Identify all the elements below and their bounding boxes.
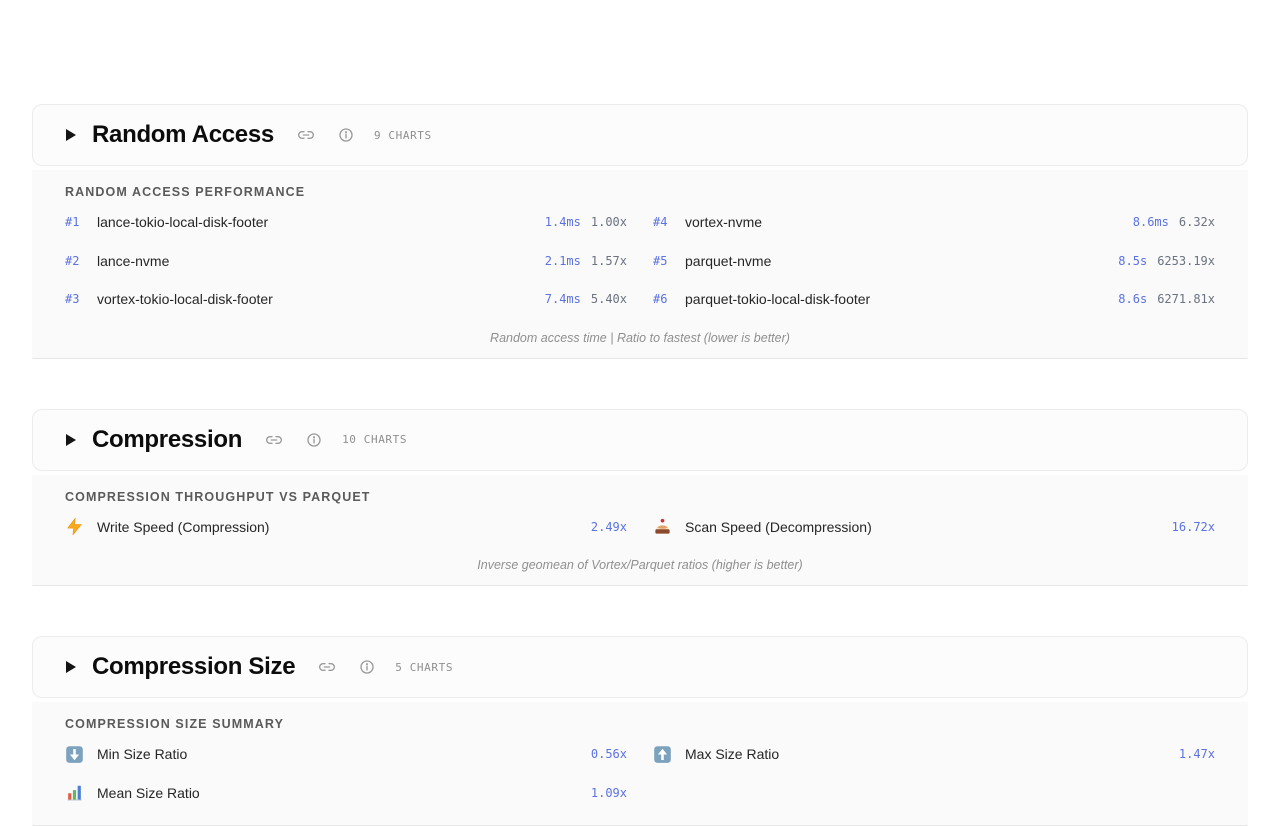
section-random-access: Random Access 9 CHARTS RANDOM ACCESS PER… [32,104,1248,359]
time-value: 8.5s [1118,253,1148,268]
config-name: vortex-nvme [685,214,763,231]
charts-count: 5 CHARTS [395,660,454,674]
section-title: Random Access [92,121,274,148]
metric-label: Min Size Ratio [97,746,188,763]
metric-label: Mean Size Ratio [97,784,200,801]
section-header-compression-size[interactable]: Compression Size 5 CHARTS [32,636,1248,698]
disclosure-triangle-icon [66,661,76,673]
table-row: #3 vortex-tokio-local-disk-footer 7.4ms … [65,280,627,319]
bar-chart-icon [65,783,84,802]
table-row: #4 vortex-nvme 8.6ms 6.32x [653,203,1215,242]
metric-label: Scan Speed (Decompression) [685,518,872,535]
summary-caption: Random access time | Ratio to fastest (l… [490,330,790,345]
time-value: 7.4ms [544,292,581,307]
rank-badge: #2 [65,253,80,268]
down-arrow-icon [65,745,84,764]
ratio-value: 1.57x [590,253,627,268]
metric-row: Min Size Ratio 0.56x [65,735,627,774]
summary-compression-size: COMPRESSION SIZE SUMMARY Min Size Ratio … [32,702,1248,826]
table-row: #5 parquet-nvme 8.5s 6253.19x [653,242,1215,281]
rank-badge: #4 [653,215,668,230]
section-compression: Compression 10 CHARTS COMPRESSION THROUG… [32,408,1248,586]
metric-value: 1.09x [590,785,627,800]
summary-random-access: RANDOM ACCESS PERFORMANCE #1 lance-tokio… [32,170,1248,359]
time-value: 2.1ms [544,253,581,268]
config-name: lance-tokio-local-disk-footer [97,214,269,231]
metric-value: 1.47x [1178,747,1215,762]
time-value: 8.6ms [1132,215,1169,230]
charts-count: 10 CHARTS [342,433,408,446]
metric-value: 2.49x [590,519,627,534]
section-title: Compression [92,425,243,453]
table-row: #1 lance-tokio-local-disk-footer 1.4ms 1… [65,203,627,242]
metric-row: Write Speed (Compression) 2.49x [65,508,627,547]
metric-value: 16.72x [1171,519,1215,534]
link-icon[interactable] [298,127,314,143]
rank-badge: #6 [653,292,668,307]
info-icon[interactable] [306,432,322,448]
config-name: lance-nvme [97,252,170,269]
up-arrow-icon [653,745,672,764]
metric-label: Max Size Ratio [685,746,780,763]
config-name: parquet-nvme [685,252,772,269]
ratio-value: 6.32x [1178,215,1215,230]
summary-caption: Inverse geomean of Vortex/Parquet ratios… [477,558,803,572]
time-value: 1.4ms [544,215,581,230]
metric-row: Max Size Ratio 1.47x [653,735,1215,774]
metric-row: Mean Size Ratio 1.09x [65,774,627,813]
table-row: #6 parquet-tokio-local-disk-footer 8.6s … [653,280,1215,319]
metric-label: Write Speed (Compression) [97,518,270,535]
section-compression-size: Compression Size 5 CHARTS COMPRESSION SI… [32,636,1248,826]
config-name: vortex-tokio-local-disk-footer [97,291,273,308]
config-name: parquet-tokio-local-disk-footer [685,291,871,308]
section-header-compression[interactable]: Compression 10 CHARTS [32,408,1248,471]
link-icon[interactable] [319,659,336,675]
rank-badge: #3 [65,292,80,307]
metric-value: 0.56x [590,747,627,762]
rank-badge: #1 [65,215,80,230]
ratio-value: 1.00x [590,215,627,230]
disclosure-triangle-icon [66,433,76,446]
ratio-value: 6253.19x [1157,253,1215,268]
ratio-value: 6271.81x [1157,292,1215,307]
cake-slice-icon [653,517,672,536]
benchmark-dashboard: Random Access 9 CHARTS RANDOM ACCESS PER… [0,0,1280,826]
metric-row: Scan Speed (Decompression) 16.72x [653,508,1215,547]
section-header-random-access[interactable]: Random Access 9 CHARTS [32,104,1248,166]
disclosure-triangle-icon [66,129,76,141]
link-icon[interactable] [266,432,282,448]
summary-title: COMPRESSION SIZE SUMMARY [65,717,285,731]
lightning-bolt-icon [65,517,84,536]
table-row: #2 lance-nvme 2.1ms 1.57x [65,242,627,281]
summary-compression: COMPRESSION THROUGHPUT VS PARQUET Write … [32,474,1248,586]
info-icon[interactable] [338,127,354,143]
time-value: 8.6s [1118,292,1148,307]
info-icon[interactable] [359,659,375,675]
summary-title: RANDOM ACCESS PERFORMANCE [65,185,306,199]
summary-title: COMPRESSION THROUGHPUT VS PARQUET [65,489,371,504]
section-title: Compression Size [92,653,296,680]
ratio-value: 5.40x [590,292,627,307]
rank-badge: #5 [653,253,668,268]
charts-count: 9 CHARTS [373,128,432,142]
